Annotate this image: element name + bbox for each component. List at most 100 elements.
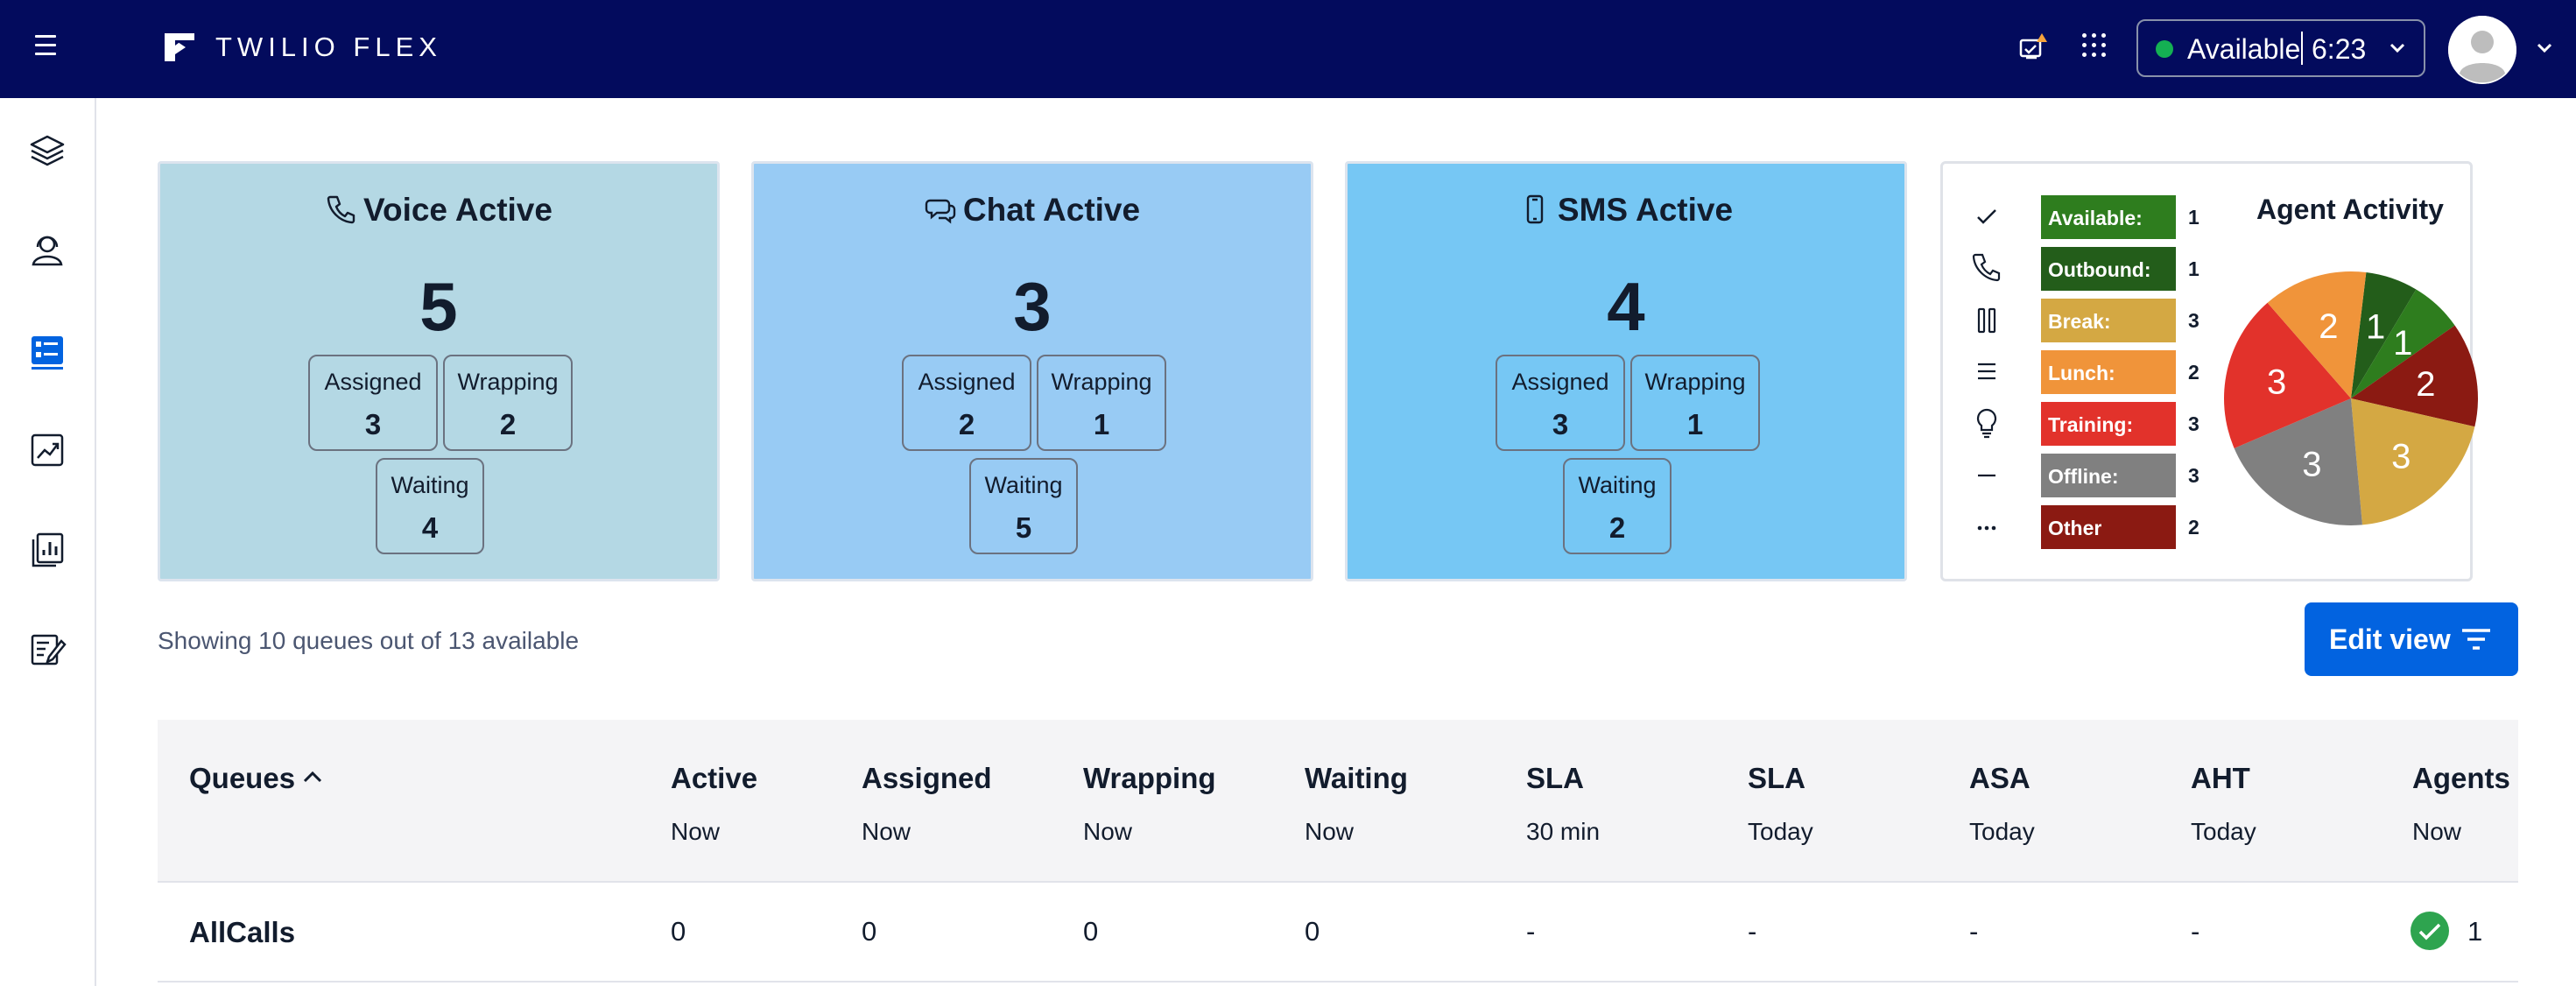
cell-active: 0: [671, 916, 686, 947]
brand-name: TWILIO FLEX: [215, 32, 442, 62]
notification-icon[interactable]: [2016, 32, 2051, 65]
waiting-box: Waiting 2: [1563, 458, 1672, 554]
col-header-agents[interactable]: Agents: [2412, 762, 2510, 795]
pie-label-outbound: 1: [2366, 308, 2385, 347]
cell-sla-today: -: [1748, 916, 1757, 947]
filter-icon: [2462, 629, 2490, 650]
col-header-sla-today[interactable]: SLA: [1748, 762, 1805, 795]
col-header-wrapping[interactable]: Wrapping: [1083, 762, 1216, 795]
legend-label: Break:: [2041, 299, 2176, 342]
tile-title: Voice Active: [160, 192, 717, 229]
check-circle-icon: [2411, 912, 2449, 950]
apps-grid-icon[interactable]: [2082, 33, 2107, 60]
phone-icon: [1972, 253, 2001, 282]
legend-count: 1: [2188, 206, 2199, 229]
cell-sla-30: -: [1526, 916, 1536, 947]
top-bar: TWILIO FLEX Available 6:23: [0, 0, 2576, 98]
lightbulb-icon: [1976, 408, 1997, 439]
legend-label: Offline:: [2041, 454, 2176, 497]
sort-ascending-icon[interactable]: [301, 767, 324, 786]
chat-active-count: 3: [1013, 268, 1052, 345]
legend-count: 3: [2188, 309, 2199, 332]
more-icon: [1977, 525, 1996, 531]
col-sub-waiting: Now: [1305, 818, 1355, 845]
reports-icon[interactable]: [26, 529, 68, 571]
col-sub-active: Now: [671, 818, 721, 845]
pie-label-training: 3: [2267, 363, 2286, 402]
status-label: Available: [2187, 33, 2301, 65]
status-timer: 6:23: [2312, 33, 2367, 65]
mobile-phone-icon: [1526, 194, 1544, 224]
sms-active-tile: SMS Active 4 Assigned 3 Wrapping 1 Waiting…: [1345, 161, 1907, 581]
col-header-waiting[interactable]: Waiting: [1305, 762, 1408, 795]
dash-icon: [1978, 474, 1995, 477]
col-sub-sla-30: 30 min: [1526, 818, 1601, 845]
pie-label-available: 1: [2393, 324, 2412, 363]
col-header-sla-30[interactable]: SLA: [1526, 762, 1584, 795]
analytics-icon[interactable]: [26, 429, 68, 471]
col-header-queues[interactable]: Queues: [189, 762, 295, 795]
legend-label: Outbound:: [2041, 247, 2176, 291]
queues-dashboard-icon[interactable]: [26, 329, 68, 371]
tile-title: Chat Active: [754, 192, 1311, 229]
legend-count: 1: [2188, 257, 2199, 280]
status-dot: [2156, 40, 2173, 58]
assigned-box: Assigned 2: [902, 355, 1031, 451]
chevron-down-icon[interactable]: [2536, 42, 2553, 54]
queues-table-header: Queues Active Now Assigned Now Wrapping …: [158, 720, 2518, 883]
waiting-box: Waiting 5: [969, 458, 1078, 554]
legend-count: 2: [2188, 516, 2199, 539]
agent-activity-title: Agent Activity: [2256, 194, 2444, 225]
sms-active-count: 4: [1607, 268, 1645, 345]
pie-label-lunch: 2: [2319, 307, 2338, 346]
hamburger-menu-icon[interactable]: [35, 35, 60, 61]
col-sub-agents: Now: [2412, 818, 2462, 845]
legend-label: Available:: [2041, 195, 2176, 239]
legend-count: 3: [2188, 464, 2199, 487]
layers-icon[interactable]: [26, 130, 68, 172]
col-sub-asa: Today: [1969, 818, 2035, 845]
assigned-box: Assigned 3: [1496, 355, 1625, 451]
cell-wrapping: 0: [1083, 916, 1099, 947]
legend-label: Training:: [2041, 402, 2176, 446]
col-sub-aht: Today: [2191, 818, 2256, 845]
agent-activity-pie-chart: 1 123332: [2224, 271, 2478, 525]
agent-status-dropdown[interactable]: Available 6:23: [2136, 19, 2425, 77]
col-sub-sla-today: Today: [1748, 818, 1813, 845]
voice-active-tile: Voice Active 5 Assigned 3 Wrapping 2 Waiti…: [158, 161, 720, 581]
col-sub-assigned: Now: [862, 818, 911, 845]
wrapping-box: Wrapping 1: [1630, 355, 1760, 451]
cell-asa: -: [1969, 916, 1979, 947]
legend-label: Other: [2041, 505, 2176, 549]
cell-agents: 1: [2467, 916, 2483, 947]
legend-count: 3: [2188, 412, 2199, 435]
user-silhouette-icon: [2448, 16, 2516, 84]
queue-name: AllCalls: [189, 916, 296, 948]
col-header-aht[interactable]: AHT: [2191, 762, 2250, 795]
edit-view-button[interactable]: Edit view: [2305, 602, 2518, 676]
voice-active-count: 5: [419, 268, 458, 345]
wrapping-box: Wrapping 1: [1037, 355, 1166, 451]
user-avatar[interactable]: [2448, 16, 2516, 84]
col-header-asa[interactable]: ASA: [1969, 762, 2031, 795]
agent-activity-card: Agent Activity Available: 1 Outbound: 1 …: [1940, 161, 2478, 581]
col-header-active[interactable]: Active: [671, 762, 757, 795]
menu-icon: [1978, 363, 1995, 380]
cell-waiting: 0: [1305, 916, 1320, 947]
assigned-box: Assigned 3: [308, 355, 438, 451]
status-divider: [2301, 32, 2303, 65]
pause-icon: [1977, 307, 1996, 334]
check-icon: [1977, 209, 1996, 224]
chat-active-tile: Chat Active 3 Assigned 2 Wrapping 1 Waitin…: [751, 161, 1313, 581]
table-row[interactable]: AllCalls 0 0 0 0 - - - - 1: [158, 884, 2518, 982]
waiting-box: Waiting 4: [376, 458, 484, 554]
col-sub-wrapping: Now: [1083, 818, 1133, 845]
queues-count-text: Showing 10 queues out of 13 available: [158, 627, 580, 654]
wrapping-box: Wrapping 2: [443, 355, 573, 451]
agents-icon[interactable]: [26, 229, 68, 271]
tasks-icon[interactable]: [26, 629, 68, 671]
cell-aht: -: [2191, 916, 2200, 947]
chat-icon: [925, 199, 956, 224]
cell-assigned: 0: [862, 916, 877, 947]
col-header-assigned[interactable]: Assigned: [862, 762, 992, 795]
